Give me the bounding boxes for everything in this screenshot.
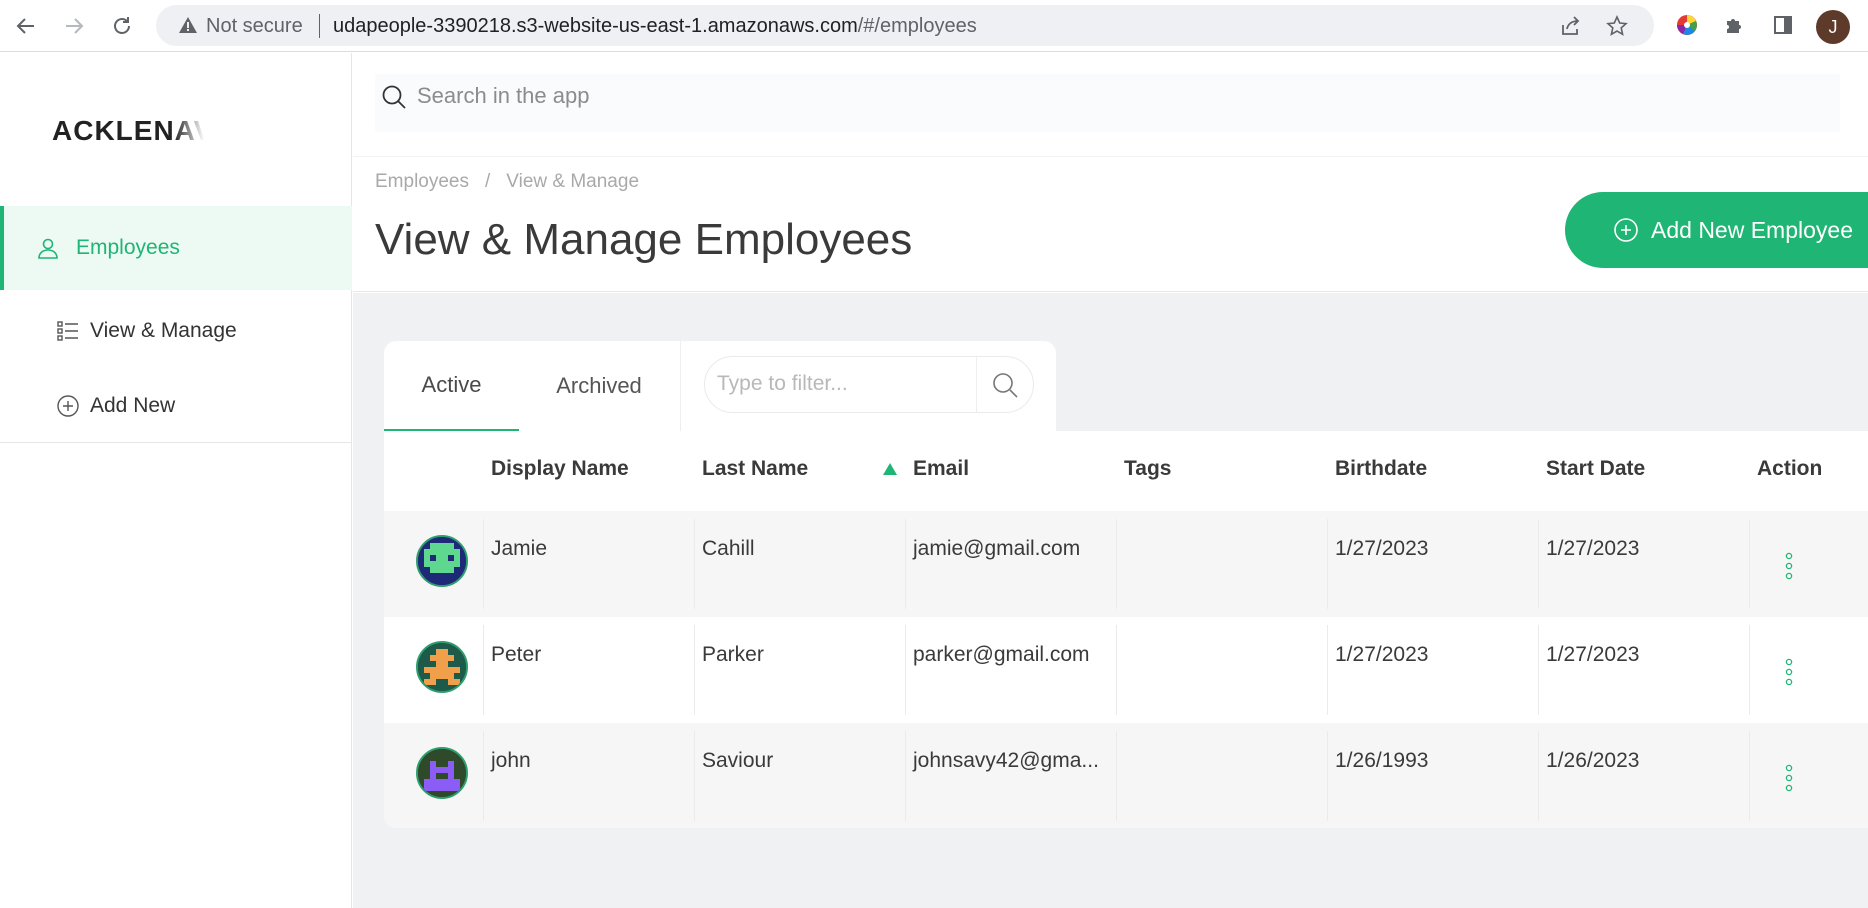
breadcrumb-employees[interactable]: Employees [375, 171, 469, 192]
list-icon [54, 317, 82, 345]
sidebar-item-label: Add New [90, 394, 176, 417]
sort-ascending-icon[interactable] [882, 462, 898, 476]
tab-archived[interactable]: Archived [519, 341, 679, 431]
company-logo[interactable]: ACKLENAVENUE [52, 115, 204, 155]
reload-button[interactable] [106, 10, 138, 42]
cell-last-name: Cahill [702, 537, 755, 560]
side-panel-icon[interactable] [1769, 11, 1797, 39]
page-title: View & Manage Employees [375, 215, 913, 264]
url-host: udapeople-3390218.s3-website-us-east-1.a… [333, 15, 858, 37]
cell-email: johnsavy42@gma... [913, 749, 1099, 772]
main-content: Active Archived Type to filter... Displa… [353, 293, 1868, 908]
search-placeholder: Search in the app [417, 83, 590, 108]
profile-avatar[interactable]: J [1816, 10, 1850, 44]
url-separator [319, 14, 320, 38]
browser-toolbar: Not secure udapeople-3390218.s3-website-… [0, 0, 1868, 52]
tabs-divider [680, 341, 681, 431]
breadcrumb: Employees / View & Manage [375, 171, 639, 193]
column-birthdate[interactable]: Birthdate [1335, 457, 1427, 481]
plus-circle-icon [1613, 217, 1639, 243]
bookmark-star-icon[interactable] [1604, 13, 1630, 39]
app-search-bar: Search in the app [353, 53, 1868, 156]
cell-display-name: john [491, 749, 531, 772]
breadcrumb-separator: / [485, 171, 491, 192]
forward-button[interactable] [58, 10, 90, 42]
table-row[interactable]: Jamie Cahill jamie@gmail.com 1/27/2023 1… [384, 511, 1868, 617]
cell-start-date: 1/27/2023 [1546, 643, 1640, 666]
cell-birthdate: 1/27/2023 [1335, 537, 1429, 560]
avatar [416, 641, 468, 693]
sidebar-divider [0, 442, 352, 443]
table-row[interactable]: john Saviour johnsavy42@gma... 1/26/1993… [384, 723, 1868, 828]
cell-birthdate: 1/27/2023 [1335, 643, 1429, 666]
sidebar-item-add-new[interactable]: Add New [0, 376, 352, 436]
cell-email: jamie@gmail.com [913, 537, 1081, 560]
breadcrumb-view-manage[interactable]: View & Manage [506, 171, 639, 192]
filter-placeholder: Type to filter... [717, 372, 848, 395]
color-wheel-extension-icon[interactable] [1673, 11, 1701, 39]
cell-last-name: Saviour [702, 749, 774, 772]
share-icon[interactable] [1557, 13, 1583, 39]
cell-last-name: Parker [702, 643, 764, 666]
plus-circle-icon [54, 392, 82, 420]
column-action: Action [1757, 457, 1823, 480]
cell-start-date: 1/26/2023 [1546, 749, 1640, 772]
extensions-puzzle-icon[interactable] [1721, 11, 1749, 39]
cell-display-name: Jamie [491, 537, 548, 560]
column-last-name[interactable]: Last Name [702, 457, 808, 481]
filter-input[interactable]: Type to filter... [704, 356, 1034, 413]
search-icon[interactable] [991, 371, 1019, 399]
tab-active[interactable]: Active [384, 341, 519, 431]
search-icon [382, 85, 406, 109]
add-new-employee-button[interactable]: Add New Employee [1565, 192, 1868, 268]
cell-email: parker@gmail.com [913, 643, 1090, 666]
back-button[interactable] [10, 10, 42, 42]
user-icon [34, 234, 62, 262]
column-display-name[interactable]: Display Name [491, 457, 629, 481]
url-text[interactable]: udapeople-3390218.s3-website-us-east-1.a… [333, 15, 977, 38]
back-arrow-icon [16, 18, 34, 34]
cell-start-date: 1/27/2023 [1546, 537, 1640, 560]
search-input[interactable] [375, 74, 1840, 132]
avatar [416, 535, 468, 587]
row-actions-menu-icon[interactable] [1785, 763, 1793, 793]
address-bar[interactable]: Not secure udapeople-3390218.s3-website-… [156, 5, 1654, 46]
security-label[interactable]: Not secure [206, 15, 303, 38]
warning-icon [179, 17, 197, 33]
employees-table: Display Name Last Name Email Tags Birthd… [384, 431, 1868, 828]
sidebar-item-view-manage[interactable]: View & Manage [0, 301, 352, 361]
page-header: Employees / View & Manage View & Manage Em… [353, 156, 1868, 292]
table-row[interactable]: Peter Parker parker@gmail.com 1/27/2023 … [384, 617, 1868, 723]
column-tags[interactable]: Tags [1124, 457, 1171, 481]
add-button-label: Add New Employee [1651, 216, 1853, 243]
reload-icon [114, 17, 130, 34]
column-email[interactable]: Email [913, 457, 969, 481]
table-header: Display Name Last Name Email Tags Birthd… [384, 431, 1868, 511]
sidebar: ACKLENAVENUE Employees View & Manage Add… [0, 53, 352, 908]
row-actions-menu-icon[interactable] [1785, 551, 1793, 581]
sidebar-item-label: View & Manage [90, 319, 237, 342]
column-start-date[interactable]: Start Date [1546, 457, 1645, 481]
avatar [416, 747, 468, 799]
sidebar-item-employees[interactable]: Employees [0, 206, 352, 290]
cell-birthdate: 1/26/1993 [1335, 749, 1429, 772]
url-path: /#/employees [857, 15, 977, 37]
forward-arrow-icon [66, 18, 84, 34]
row-actions-menu-icon[interactable] [1785, 657, 1793, 687]
cell-display-name: Peter [491, 643, 542, 666]
tabs-card: Active Archived Type to filter... [384, 341, 1056, 431]
sidebar-item-label: Employees [76, 236, 180, 259]
